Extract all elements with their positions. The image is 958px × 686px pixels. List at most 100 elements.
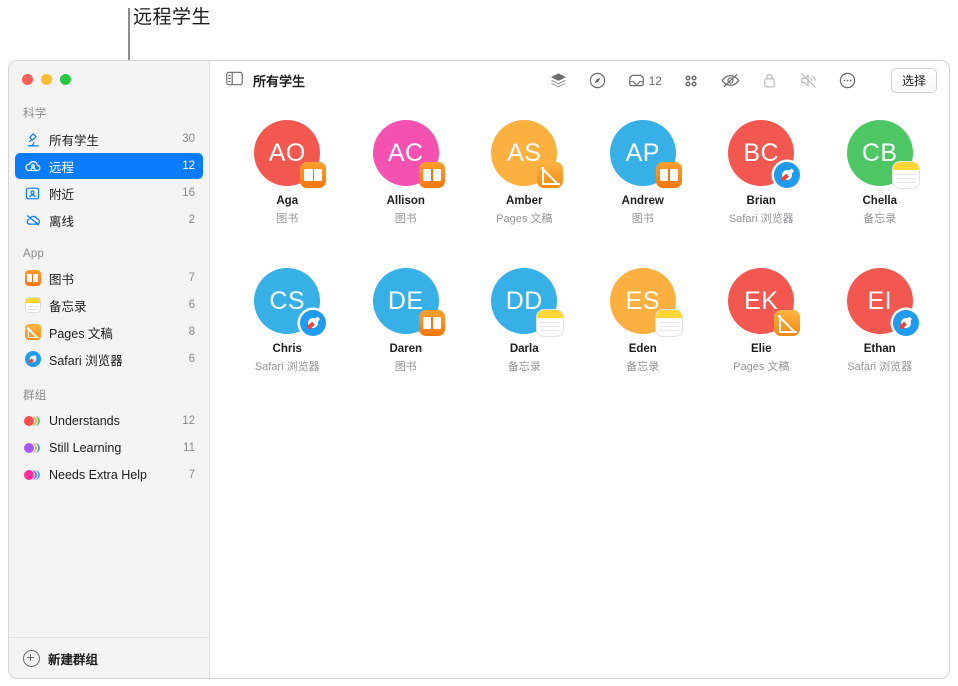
sidebar-section-header-app: App [23, 248, 45, 260]
sidebar-item-notes[interactable]: 备忘录 6 [15, 292, 203, 318]
safari-app-icon [23, 350, 42, 369]
sidebar: 科学 所有学生 30 远程 12 附近 16 离线 2 App 图书 7 备忘录… [9, 61, 210, 678]
toolbar: 所有学生 12 选择 [210, 61, 949, 100]
pages-app-icon [23, 323, 42, 342]
books-app-badge-icon [418, 162, 445, 188]
student-card[interactable]: CS Chris Safari 浏览器 [228, 264, 347, 412]
sidebar-item-count: 2 [188, 214, 195, 226]
student-app: Safari 浏览器 [254, 361, 320, 373]
student-grid: AO Aga 图书 AC Allison 图书 AS Amber Pages 文… [210, 100, 949, 678]
toolbar-actions: 12 选择 [549, 68, 937, 93]
select-button[interactable]: 选择 [890, 68, 937, 93]
sidebar-item-count: 12 [182, 415, 195, 427]
student-name: Eden [628, 343, 657, 355]
student-app: Pages 文稿 [496, 213, 553, 225]
sidebar-item-count: 7 [188, 469, 195, 481]
student-name: Amber [506, 195, 543, 207]
books-app-icon [23, 269, 42, 288]
zoom-button[interactable] [60, 73, 71, 85]
sidebar-item-understands[interactable]: Understands 12 [15, 408, 203, 434]
avatar: DD [491, 268, 564, 336]
student-card[interactable]: BC Brian Safari 浏览器 [702, 116, 821, 264]
student-app: 图书 [394, 361, 417, 373]
avatar: CB [846, 120, 919, 188]
sidebar-item-offline[interactable]: 离线 2 [15, 207, 203, 233]
grid-apps-icon[interactable] [682, 72, 700, 90]
sidebar-item-label: Understands [49, 414, 120, 428]
safari-app-badge-icon [774, 162, 801, 188]
books-app-badge-icon [418, 310, 445, 336]
speaker-mute-icon[interactable] [798, 71, 818, 90]
sidebar-item-label: 图书 [49, 272, 75, 287]
eye-slash-icon[interactable] [720, 71, 741, 90]
sidebar-scroll[interactable]: 科学 所有学生 30 远程 12 附近 16 离线 2 App 图书 7 备忘录… [9, 97, 209, 637]
notes-app-badge-icon [655, 310, 682, 336]
student-card[interactable]: DD Darla 备忘录 [465, 264, 584, 412]
student-app: 备忘录 [626, 361, 660, 373]
student-card[interactable]: CB Chella 备忘录 [821, 116, 940, 264]
sidebar-item-all-students[interactable]: 所有学生 30 [15, 126, 203, 152]
student-card[interactable]: EK Elie Pages 文稿 [702, 264, 821, 412]
student-app: Safari 浏览器 [728, 213, 794, 225]
ellipsis-circle-icon[interactable] [838, 71, 857, 90]
group-avatars-icon [23, 466, 42, 485]
sidebar-item-count: 16 [182, 187, 195, 199]
compass-navigate-icon[interactable] [588, 71, 607, 90]
sidebar-toggle-icon[interactable] [226, 71, 243, 91]
student-card[interactable]: DE Daren 图书 [347, 264, 466, 412]
sidebar-section-header-class: 科学 [23, 108, 47, 120]
student-card[interactable]: AO Aga 图书 [228, 116, 347, 264]
avatar: EI [846, 268, 919, 336]
student-name: Aga [276, 195, 299, 207]
sidebar-item-safari[interactable]: Safari 浏览器 6 [15, 346, 203, 372]
sidebar-item-label: 离线 [49, 214, 75, 229]
group-avatars-icon [23, 412, 42, 431]
student-name: Chella [862, 195, 897, 207]
callout-label: 远程学生 [133, 7, 212, 28]
lock-icon[interactable] [761, 71, 778, 90]
sidebar-item-label: 附近 [49, 187, 75, 202]
books-app-badge-icon [655, 162, 682, 188]
sidebar-item-count: 30 [182, 133, 195, 145]
sidebar-item-needs-extra-help[interactable]: Needs Extra Help 7 [15, 462, 203, 488]
avatar: ES [609, 268, 682, 336]
student-card[interactable]: AP Andrew 图书 [584, 116, 703, 264]
sidebar-item-label: Still Learning [49, 441, 122, 455]
student-name: Elie [751, 343, 772, 355]
sidebar-item-nearby[interactable]: 附近 16 [15, 180, 203, 206]
inbox-icon[interactable]: 12 [627, 71, 662, 90]
sidebar-section-header-groups: 群组 [23, 390, 47, 402]
student-card[interactable]: ES Eden 备忘录 [584, 264, 703, 412]
student-app: 备忘录 [863, 213, 897, 225]
sidebar-item-label: 远程 [49, 160, 75, 175]
sidebar-item-still-learning[interactable]: Still Learning 11 [15, 435, 203, 461]
sidebar-item-count: 12 [182, 160, 195, 172]
new-group-button[interactable]: 新建群组 [9, 637, 209, 678]
sidebar-item-label: Pages 文稿 [49, 326, 113, 341]
sidebar-item-label: Needs Extra Help [49, 468, 147, 482]
microscope-icon [23, 130, 42, 149]
sidebar-item-remote[interactable]: 远程 12 [15, 153, 203, 179]
student-app: 图书 [631, 213, 654, 225]
sidebar-item-books[interactable]: 图书 7 [15, 265, 203, 291]
student-card[interactable]: EI Ethan Safari 浏览器 [821, 264, 940, 412]
student-app: 备忘录 [507, 361, 541, 373]
books-app-badge-icon [300, 162, 327, 188]
group-avatars-icon [23, 439, 42, 458]
student-card[interactable]: AC Allison 图书 [347, 116, 466, 264]
close-button[interactable] [22, 73, 33, 85]
student-card[interactable]: AS Amber Pages 文稿 [465, 116, 584, 264]
cloud-person-icon [23, 157, 42, 176]
sidebar-item-count: 8 [188, 326, 195, 338]
sidebar-item-count: 7 [188, 272, 195, 284]
cloud-slash-icon [23, 211, 42, 230]
minimize-button[interactable] [41, 73, 52, 85]
screenshot-root: 远程学生 科学 所有学生 30 远程 12 附近 16 离线 2 App 图书 … [0, 0, 958, 686]
layers-icon[interactable] [549, 71, 568, 90]
student-app: 图书 [276, 213, 299, 225]
notes-app-badge-icon [892, 162, 919, 188]
avatar: BC [728, 120, 801, 188]
pages-app-badge-icon [537, 162, 564, 188]
sidebar-item-pages[interactable]: Pages 文稿 8 [15, 319, 203, 345]
window-traffic-lights [9, 61, 209, 97]
